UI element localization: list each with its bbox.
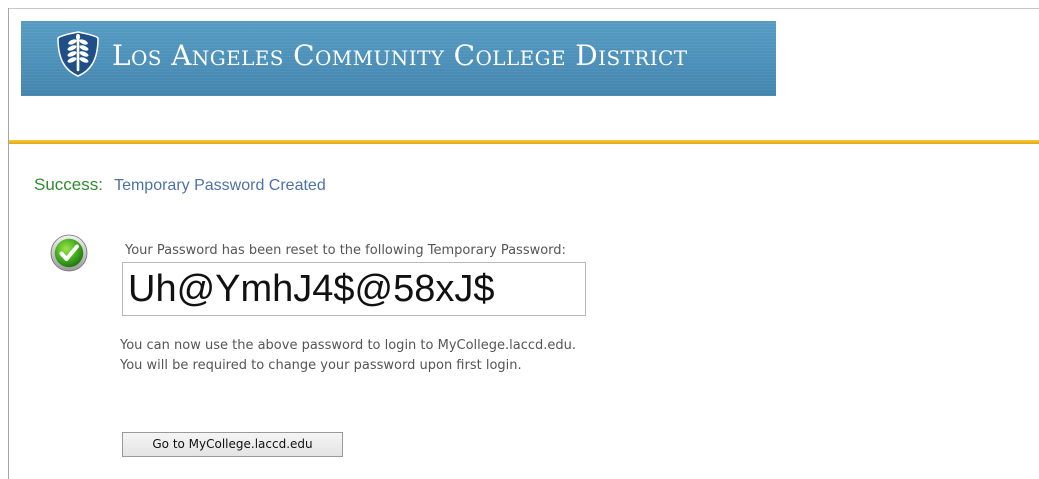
status-label: Success: [34,175,103,194]
go-to-mycollege-button[interactable]: Go to MyCollege.laccd.edu [122,432,343,457]
status-message: Temporary Password Created [114,177,326,194]
page-frame: Los Angeles Community College District S… [0,0,1039,479]
top-border [8,8,1039,9]
instruction-line-1: You can now use the above password to lo… [120,338,577,353]
instruction-line-2: You will be required to change your pass… [120,358,522,373]
accent-rule [9,140,1039,144]
header-banner: Los Angeles Community College District [21,21,776,96]
header-title: Los Angeles Community College District [112,39,688,72]
temporary-password-field[interactable] [122,262,586,316]
reset-message: Your Password has been reset to the foll… [125,243,566,258]
wheat-shield-icon [57,31,99,77]
login-instructions: You can now use the above password to lo… [120,336,576,376]
checkmark-icon [50,234,88,272]
status-line: Success: Temporary Password Created [34,174,326,197]
left-border [8,8,9,479]
